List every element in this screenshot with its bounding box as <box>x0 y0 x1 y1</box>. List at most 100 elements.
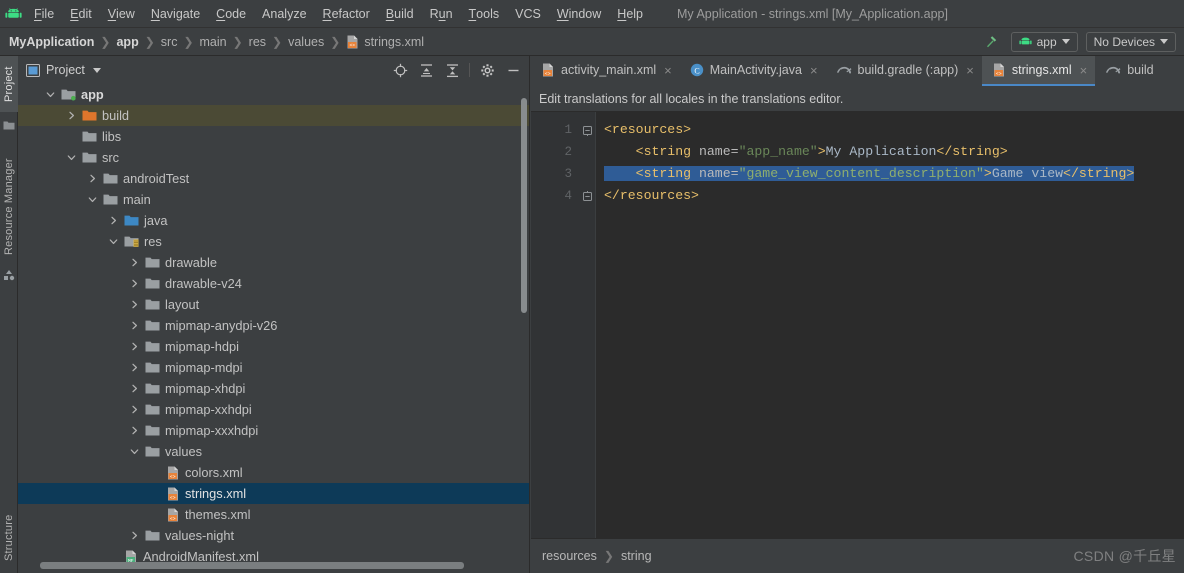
chevron-right-icon[interactable] <box>128 531 141 540</box>
code-line-4[interactable]: </resources> <box>596 185 1184 207</box>
device-selector[interactable]: No Devices <box>1085 31 1176 52</box>
menu-file[interactable]: File <box>26 0 62 28</box>
tree-node-main[interactable]: main <box>18 189 529 210</box>
chevron-right-icon[interactable] <box>128 279 141 288</box>
tree-node-values-night[interactable]: values-night <box>18 525 529 546</box>
close-icon[interactable]: × <box>966 63 974 78</box>
menu-refactor[interactable]: Refactor <box>315 0 378 28</box>
editor-fold-column[interactable] <box>580 112 596 538</box>
chevron-down-icon[interactable] <box>107 237 120 246</box>
tree-node-strings-xml[interactable]: <> strings.xml <box>18 483 529 504</box>
chevron-right-icon[interactable] <box>107 216 120 225</box>
chevron-right-icon[interactable] <box>128 363 141 372</box>
tree-node-mipmap-xxhdpi[interactable]: mipmap-xxhdpi <box>18 399 529 420</box>
editor-code-lines[interactable]: <resources> <string name="app_name">My A… <box>596 112 1184 538</box>
tree-node-layout[interactable]: layout <box>18 294 529 315</box>
editor-tab-strings-xml[interactable]: <> strings.xml × <box>981 56 1096 86</box>
tree-node-values[interactable]: values <box>18 441 529 462</box>
breadcrumb-res[interactable]: res <box>246 35 269 49</box>
build-hammer-icon[interactable] <box>980 32 1003 51</box>
chevron-down-icon[interactable] <box>128 447 141 456</box>
tree-vertical-scrollbar[interactable] <box>521 98 527 313</box>
chevron-right-icon[interactable] <box>128 384 141 393</box>
breadcrumb-main[interactable]: main <box>197 35 230 49</box>
tree-node-colors-xml[interactable]: <> colors.xml <box>18 462 529 483</box>
menu-view[interactable]: View <box>100 0 143 28</box>
tree-node-app[interactable]: app <box>18 84 529 105</box>
menu-run[interactable]: Run <box>422 0 461 28</box>
breadcrumb-src[interactable]: src <box>158 35 181 49</box>
tree-node-mipmap-xxxhdpi[interactable]: mipmap-xxxhdpi <box>18 420 529 441</box>
editor-tab-label: build <box>1127 63 1154 77</box>
chevron-right-icon[interactable] <box>128 300 141 309</box>
status-breadcrumb-string[interactable]: string <box>618 549 655 563</box>
editor-tab-activity-main-xml[interactable]: <> activity_main.xml × <box>531 56 680 86</box>
menu-tools[interactable]: Tools <box>461 0 508 28</box>
tree-node-label: libs <box>102 129 122 144</box>
close-icon[interactable]: × <box>1080 63 1088 78</box>
editor-scrollbar-track[interactable] <box>1170 112 1184 538</box>
minimize-icon[interactable] <box>501 59 525 81</box>
code-line-1[interactable]: <resources> <box>596 119 1184 141</box>
chevron-right-icon[interactable] <box>128 405 141 414</box>
tree-node-libs[interactable]: libs <box>18 126 529 147</box>
tree-node-java[interactable]: java <box>18 210 529 231</box>
code-editor[interactable]: 1234 <resources> <string name="app_name"… <box>531 112 1184 538</box>
chevron-down-icon[interactable] <box>92 67 101 73</box>
editor-tab-build-gradle-app-[interactable]: build.gradle (:app) × <box>826 56 982 86</box>
chevron-right-icon[interactable] <box>128 426 141 435</box>
chevron-down-icon[interactable] <box>86 195 99 204</box>
chevron-right-icon[interactable] <box>128 342 141 351</box>
breadcrumb-strings-xml[interactable]: <> strings.xml <box>343 35 427 49</box>
tree-node-build[interactable]: build <box>18 105 529 126</box>
menu-build[interactable]: Build <box>378 0 422 28</box>
menu-navigate[interactable]: Navigate <box>143 0 208 28</box>
tree-node-androidtest[interactable]: androidTest <box>18 168 529 189</box>
tree-node-res[interactable]: res <box>18 231 529 252</box>
tree-node-mipmap-hdpi[interactable]: mipmap-hdpi <box>18 336 529 357</box>
locate-icon[interactable] <box>388 59 412 81</box>
gradle-file-icon <box>1105 64 1121 77</box>
chevron-down-icon[interactable] <box>65 153 78 162</box>
chevron-right-icon[interactable] <box>128 258 141 267</box>
chevron-right-icon[interactable] <box>65 111 78 120</box>
code-fold-marker[interactable] <box>580 119 595 141</box>
breadcrumb-app[interactable]: app <box>113 35 141 49</box>
chevron-right-icon[interactable] <box>86 174 99 183</box>
tree-node-drawable[interactable]: drawable <box>18 252 529 273</box>
breadcrumb-values[interactable]: values <box>285 35 327 49</box>
tool-window-tab-structure[interactable]: Structure <box>0 503 18 573</box>
menu-code[interactable]: Code <box>208 0 254 28</box>
tree-node-mipmap-xhdpi[interactable]: mipmap-xhdpi <box>18 378 529 399</box>
chevron-right-icon[interactable] <box>128 321 141 330</box>
menu-edit[interactable]: Edit <box>62 0 100 28</box>
run-configuration-selector[interactable]: app <box>1010 31 1078 52</box>
editor-tab-build[interactable]: build <box>1095 56 1161 86</box>
editor-tab-mainactivity-java[interactable]: C MainActivity.java × <box>680 56 826 86</box>
close-icon[interactable]: × <box>810 63 818 78</box>
chevron-down-icon[interactable] <box>44 90 57 99</box>
tree-node-src[interactable]: src <box>18 147 529 168</box>
tree-node-mipmap-mdpi[interactable]: mipmap-mdpi <box>18 357 529 378</box>
tree-node-mipmap-anydpi-v26[interactable]: mipmap-anydpi-v26 <box>18 315 529 336</box>
close-icon[interactable]: × <box>664 63 672 78</box>
tree-horizontal-scrollbar[interactable] <box>40 562 464 569</box>
collapse-all-icon[interactable] <box>440 59 464 81</box>
tool-window-tab-project[interactable]: Project <box>0 56 18 112</box>
code-token: > <box>817 144 826 159</box>
tree-node-drawable-v24[interactable]: drawable-v24 <box>18 273 529 294</box>
status-breadcrumb-resources[interactable]: resources <box>539 549 600 563</box>
code-fold-marker[interactable] <box>580 185 595 207</box>
tree-node-themes-xml[interactable]: <> themes.xml <box>18 504 529 525</box>
expand-all-icon[interactable] <box>414 59 438 81</box>
menu-analyze[interactable]: Analyze <box>254 0 314 28</box>
menu-vcs[interactable]: VCS <box>507 0 549 28</box>
code-line-3[interactable]: <string name="game_view_content_descript… <box>596 163 1184 185</box>
breadcrumb-myapplication[interactable]: MyApplication <box>6 35 97 49</box>
code-line-2[interactable]: <string name="app_name">My Application</… <box>596 141 1184 163</box>
gear-icon[interactable] <box>475 59 499 81</box>
menu-window[interactable]: Window <box>549 0 609 28</box>
menu-help[interactable]: Help <box>609 0 651 28</box>
tool-window-tab-resource-manager[interactable]: Resource Manager <box>0 152 18 262</box>
project-tree[interactable]: app build libs src androidTest main java res dra… <box>18 84 529 573</box>
